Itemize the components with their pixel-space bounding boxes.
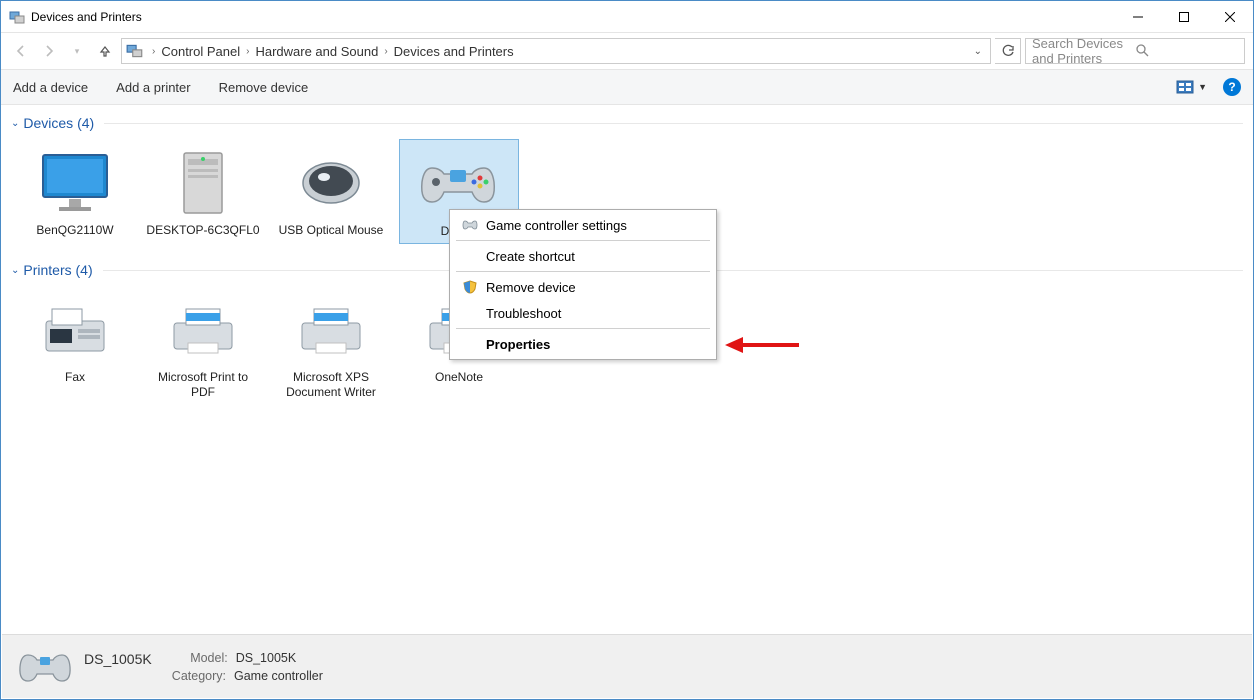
printer-label: OneNote xyxy=(401,370,517,385)
search-input[interactable]: Search Devices and Printers xyxy=(1025,38,1245,64)
remove-device-button[interactable]: Remove device xyxy=(219,80,309,95)
device-label: DESKTOP-6C3QFL0 xyxy=(145,223,261,238)
search-placeholder: Search Devices and Printers xyxy=(1032,36,1135,66)
printer-icon xyxy=(145,292,261,366)
context-menu-label: Create shortcut xyxy=(486,249,575,264)
chevron-right-icon: › xyxy=(384,46,387,57)
add-printer-button[interactable]: Add a printer xyxy=(116,80,190,95)
context-menu-label: Troubleshoot xyxy=(486,306,561,321)
breadcrumb-control-panel[interactable]: Control Panel xyxy=(161,44,240,59)
command-bar: Add a device Add a printer Remove device… xyxy=(1,69,1253,105)
search-icon xyxy=(1135,43,1238,60)
printer-label: Microsoft Print to PDF xyxy=(145,370,261,400)
annotation-arrow xyxy=(723,333,803,362)
back-button[interactable] xyxy=(9,39,33,63)
breadcrumb-bar[interactable]: › Control Panel › Hardware and Sound › D… xyxy=(121,38,991,64)
context-menu-label: Properties xyxy=(486,337,550,352)
devices-printers-icon xyxy=(9,9,25,25)
address-bar-row: ▾ › Control Panel › Hardware and Sound ›… xyxy=(1,33,1253,69)
fax-icon xyxy=(17,292,133,366)
location-icon xyxy=(126,42,144,60)
status-category-key: Category: xyxy=(158,669,226,683)
shield-icon xyxy=(462,279,478,295)
details-pane: DS_1005K Model: DS_1005K Category: Game … xyxy=(2,634,1252,698)
printer-label: Microsoft XPS Document Writer xyxy=(273,370,389,400)
up-button[interactable] xyxy=(93,39,117,63)
printer-label: Fax xyxy=(17,370,133,385)
context-menu-properties[interactable]: Properties xyxy=(450,331,716,357)
menu-separator xyxy=(456,240,710,241)
context-menu: Game controller settings Create shortcut… xyxy=(449,209,717,360)
forward-button[interactable] xyxy=(37,39,61,63)
context-menu-label: Remove device xyxy=(486,280,576,295)
recent-dropdown-icon[interactable]: ▾ xyxy=(65,39,89,63)
gamepad-icon xyxy=(16,647,68,687)
device-label: USB Optical Mouse xyxy=(273,223,389,238)
view-options-button[interactable]: ▼ xyxy=(1176,80,1207,94)
help-button[interactable]: ? xyxy=(1223,78,1241,96)
tower-icon xyxy=(145,145,261,219)
chevron-down-icon: ▼ xyxy=(1198,82,1207,92)
context-menu-create-shortcut[interactable]: Create shortcut xyxy=(450,243,716,269)
context-menu-remove-device[interactable]: Remove device xyxy=(450,274,716,300)
gamepad-small-icon xyxy=(462,217,478,233)
chevron-right-icon: › xyxy=(246,46,249,57)
printer-item-fax[interactable]: Fax xyxy=(15,286,135,404)
add-device-button[interactable]: Add a device xyxy=(13,80,88,95)
printer-icon xyxy=(273,292,389,366)
group-title-printers: Printers (4) xyxy=(23,262,92,278)
history-dropdown-icon[interactable]: ⌄ xyxy=(974,46,982,57)
minimize-button[interactable] xyxy=(1115,1,1161,32)
device-item-mouse[interactable]: USB Optical Mouse xyxy=(271,139,391,244)
monitor-icon xyxy=(17,145,133,219)
title-bar: Devices and Printers xyxy=(1,1,1253,33)
printer-item-print-pdf[interactable]: Microsoft Print to PDF xyxy=(143,286,263,404)
breadcrumb-devices-printers[interactable]: Devices and Printers xyxy=(394,44,514,59)
maximize-button[interactable] xyxy=(1161,1,1207,32)
menu-separator xyxy=(456,328,710,329)
context-menu-label: Game controller settings xyxy=(486,218,627,233)
status-model-value: DS_1005K xyxy=(236,651,296,667)
refresh-button[interactable] xyxy=(995,38,1021,64)
group-header-devices[interactable]: ⌄ Devices (4) xyxy=(11,115,1243,131)
device-label: BenQG2110W xyxy=(17,223,133,238)
mouse-icon xyxy=(273,145,389,219)
context-menu-game-controller-settings[interactable]: Game controller settings xyxy=(450,212,716,238)
breadcrumb-hardware-sound[interactable]: Hardware and Sound xyxy=(255,44,378,59)
menu-separator xyxy=(456,271,710,272)
chevron-right-icon: › xyxy=(152,46,155,57)
context-menu-troubleshoot[interactable]: Troubleshoot xyxy=(450,300,716,326)
device-item-monitor[interactable]: BenQG2110W xyxy=(15,139,135,244)
status-model-key: Model: xyxy=(160,651,228,667)
group-title-devices: Devices (4) xyxy=(23,115,94,131)
device-item-desktop[interactable]: DESKTOP-6C3QFL0 xyxy=(143,139,263,244)
close-button[interactable] xyxy=(1207,1,1253,32)
status-device-name: DS_1005K xyxy=(84,651,152,667)
chevron-down-icon: ⌄ xyxy=(11,118,19,129)
status-category-value: Game controller xyxy=(234,669,323,683)
content-area: ⌄ Devices (4) BenQG2110W DESKTOP-6C3QFL0… xyxy=(1,105,1253,633)
window-title: Devices and Printers xyxy=(31,10,1115,24)
chevron-down-icon: ⌄ xyxy=(11,265,19,276)
printer-item-xps[interactable]: Microsoft XPS Document Writer xyxy=(271,286,391,404)
